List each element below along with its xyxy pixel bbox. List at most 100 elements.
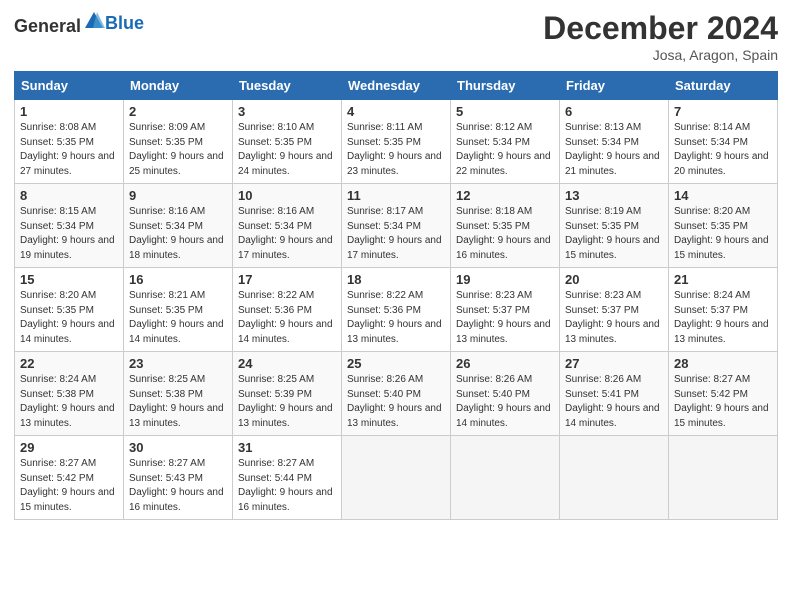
- calendar-cell: [342, 436, 451, 520]
- day-info: Sunrise: 8:25 AM Sunset: 5:38 PM Dayligh…: [129, 373, 227, 431]
- day-info: Sunrise: 8:26 AM Sunset: 5:40 PM Dayligh…: [456, 373, 554, 431]
- day-info: Sunrise: 8:10 AM Sunset: 5:35 PM Dayligh…: [238, 121, 336, 179]
- calendar-cell: 28 Sunrise: 8:27 AM Sunset: 5:42 PM Dayli…: [669, 352, 778, 436]
- calendar-cell: 2 Sunrise: 8:09 AM Sunset: 5:35 PM Daylig…: [124, 100, 233, 184]
- day-info: Sunrise: 8:13 AM Sunset: 5:34 PM Dayligh…: [565, 121, 663, 179]
- calendar-cell: 24 Sunrise: 8:25 AM Sunset: 5:39 PM Dayli…: [233, 352, 342, 436]
- day-number: 21: [674, 272, 772, 287]
- day-info: Sunrise: 8:23 AM Sunset: 5:37 PM Dayligh…: [565, 289, 663, 347]
- day-number: 13: [565, 188, 663, 203]
- calendar-cell: 6 Sunrise: 8:13 AM Sunset: 5:34 PM Daylig…: [560, 100, 669, 184]
- calendar-cell: 29 Sunrise: 8:27 AM Sunset: 5:42 PM Dayli…: [15, 436, 124, 520]
- calendar-week-5: 29 Sunrise: 8:27 AM Sunset: 5:42 PM Dayli…: [15, 436, 778, 520]
- day-info: Sunrise: 8:27 AM Sunset: 5:44 PM Dayligh…: [238, 457, 336, 515]
- calendar-cell: [451, 436, 560, 520]
- location: Josa, Aragon, Spain: [543, 47, 778, 63]
- day-header-friday: Friday: [560, 72, 669, 100]
- logo-general: General: [14, 16, 81, 36]
- day-header-saturday: Saturday: [669, 72, 778, 100]
- day-info: Sunrise: 8:19 AM Sunset: 5:35 PM Dayligh…: [565, 205, 663, 263]
- day-number: 17: [238, 272, 336, 287]
- logo: General Blue: [14, 10, 144, 37]
- day-info: Sunrise: 8:24 AM Sunset: 5:37 PM Dayligh…: [674, 289, 772, 347]
- calendar-cell: 19Sunrise: 8:23 AM Sunset: 5:37 PM Dayli…: [451, 268, 560, 352]
- calendar-cell: 8 Sunrise: 8:15 AM Sunset: 5:34 PM Daylig…: [15, 184, 124, 268]
- day-info: Sunrise: 8:18 AM Sunset: 5:35 PM Dayligh…: [456, 205, 554, 263]
- day-header-monday: Monday: [124, 72, 233, 100]
- month-title: December 2024: [543, 10, 778, 47]
- day-number: 22: [20, 356, 118, 371]
- day-number: 25: [347, 356, 445, 371]
- calendar-week-4: 22 Sunrise: 8:24 AM Sunset: 5:38 PM Dayli…: [15, 352, 778, 436]
- calendar-week-3: 15 Sunrise: 8:20 AM Sunset: 5:35 PM Dayli…: [15, 268, 778, 352]
- calendar-cell: 13 Sunrise: 8:19 AM Sunset: 5:35 PM Dayli…: [560, 184, 669, 268]
- day-info: Sunrise: 8:15 AM Sunset: 5:34 PM Dayligh…: [20, 205, 118, 263]
- calendar-cell: 3 Sunrise: 8:10 AM Sunset: 5:35 PM Daylig…: [233, 100, 342, 184]
- calendar-body: 1Sunrise: 8:08 AM Sunset: 5:35 PM Daylig…: [15, 100, 778, 520]
- day-number: 12: [456, 188, 554, 203]
- day-number: 11: [347, 188, 445, 203]
- calendar-cell: 30 Sunrise: 8:27 AM Sunset: 5:43 PM Dayli…: [124, 436, 233, 520]
- day-info: Sunrise: 8:27 AM Sunset: 5:42 PM Dayligh…: [20, 457, 118, 515]
- day-number: 19: [456, 272, 554, 287]
- day-info: Sunrise: 8:27 AM Sunset: 5:42 PM Dayligh…: [674, 373, 772, 431]
- day-info: Sunrise: 8:12 AM Sunset: 5:34 PM Dayligh…: [456, 121, 554, 179]
- calendar-cell: 14 Sunrise: 8:20 AM Sunset: 5:35 PM Dayli…: [669, 184, 778, 268]
- calendar-week-2: 8 Sunrise: 8:15 AM Sunset: 5:34 PM Daylig…: [15, 184, 778, 268]
- day-info: Sunrise: 8:21 AM Sunset: 5:35 PM Dayligh…: [129, 289, 227, 347]
- day-info: Sunrise: 8:20 AM Sunset: 5:35 PM Dayligh…: [20, 289, 118, 347]
- day-info: Sunrise: 8:16 AM Sunset: 5:34 PM Dayligh…: [129, 205, 227, 263]
- day-number: 5: [456, 104, 554, 119]
- day-number: 31: [238, 440, 336, 455]
- day-number: 4: [347, 104, 445, 119]
- calendar-cell: 27 Sunrise: 8:26 AM Sunset: 5:41 PM Dayli…: [560, 352, 669, 436]
- day-number: 9: [129, 188, 227, 203]
- day-number: 14: [674, 188, 772, 203]
- calendar-cell: 18Sunrise: 8:22 AM Sunset: 5:36 PM Dayli…: [342, 268, 451, 352]
- calendar-cell: 5 Sunrise: 8:12 AM Sunset: 5:34 PM Daylig…: [451, 100, 560, 184]
- day-number: 27: [565, 356, 663, 371]
- day-number: 20: [565, 272, 663, 287]
- title-block: December 2024 Josa, Aragon, Spain: [543, 10, 778, 63]
- day-number: 15: [20, 272, 118, 287]
- calendar-cell: 12 Sunrise: 8:18 AM Sunset: 5:35 PM Dayli…: [451, 184, 560, 268]
- logo-icon: [83, 10, 105, 32]
- calendar-cell: 10Sunrise: 8:16 AM Sunset: 5:34 PM Dayli…: [233, 184, 342, 268]
- day-number: 24: [238, 356, 336, 371]
- day-number: 18: [347, 272, 445, 287]
- day-number: 28: [674, 356, 772, 371]
- day-info: Sunrise: 8:25 AM Sunset: 5:39 PM Dayligh…: [238, 373, 336, 431]
- calendar-cell: 4 Sunrise: 8:11 AM Sunset: 5:35 PM Daylig…: [342, 100, 451, 184]
- day-info: Sunrise: 8:09 AM Sunset: 5:35 PM Dayligh…: [129, 121, 227, 179]
- calendar-cell: 9 Sunrise: 8:16 AM Sunset: 5:34 PM Daylig…: [124, 184, 233, 268]
- calendar-cell: 25 Sunrise: 8:26 AM Sunset: 5:40 PM Dayli…: [342, 352, 451, 436]
- calendar-cell: [560, 436, 669, 520]
- day-info: Sunrise: 8:17 AM Sunset: 5:34 PM Dayligh…: [347, 205, 445, 263]
- day-info: Sunrise: 8:26 AM Sunset: 5:41 PM Dayligh…: [565, 373, 663, 431]
- day-number: 3: [238, 104, 336, 119]
- calendar-cell: 23Sunrise: 8:25 AM Sunset: 5:38 PM Dayli…: [124, 352, 233, 436]
- day-info: Sunrise: 8:11 AM Sunset: 5:35 PM Dayligh…: [347, 121, 445, 179]
- day-info: Sunrise: 8:20 AM Sunset: 5:35 PM Dayligh…: [674, 205, 772, 263]
- day-number: 6: [565, 104, 663, 119]
- calendar-cell: 15 Sunrise: 8:20 AM Sunset: 5:35 PM Dayli…: [15, 268, 124, 352]
- day-info: Sunrise: 8:26 AM Sunset: 5:40 PM Dayligh…: [347, 373, 445, 431]
- calendar-cell: 17 Sunrise: 8:22 AM Sunset: 5:36 PM Dayli…: [233, 268, 342, 352]
- calendar-cell: 26 Sunrise: 8:26 AM Sunset: 5:40 PM Dayli…: [451, 352, 560, 436]
- day-info: Sunrise: 8:27 AM Sunset: 5:43 PM Dayligh…: [129, 457, 227, 515]
- day-number: 8: [20, 188, 118, 203]
- day-info: Sunrise: 8:22 AM Sunset: 5:36 PM Dayligh…: [238, 289, 336, 347]
- day-number: 2: [129, 104, 227, 119]
- day-header-wednesday: Wednesday: [342, 72, 451, 100]
- calendar-cell: [669, 436, 778, 520]
- calendar-cell: 7Sunrise: 8:14 AM Sunset: 5:34 PM Daylig…: [669, 100, 778, 184]
- day-number: 30: [129, 440, 227, 455]
- calendar-cell: 31 Sunrise: 8:27 AM Sunset: 5:44 PM Dayli…: [233, 436, 342, 520]
- day-number: 29: [20, 440, 118, 455]
- calendar-cell: 21 Sunrise: 8:24 AM Sunset: 5:37 PM Dayli…: [669, 268, 778, 352]
- day-info: Sunrise: 8:24 AM Sunset: 5:38 PM Dayligh…: [20, 373, 118, 431]
- day-number: 26: [456, 356, 554, 371]
- day-info: Sunrise: 8:08 AM Sunset: 5:35 PM Dayligh…: [20, 121, 118, 179]
- day-header-tuesday: Tuesday: [233, 72, 342, 100]
- day-header-thursday: Thursday: [451, 72, 560, 100]
